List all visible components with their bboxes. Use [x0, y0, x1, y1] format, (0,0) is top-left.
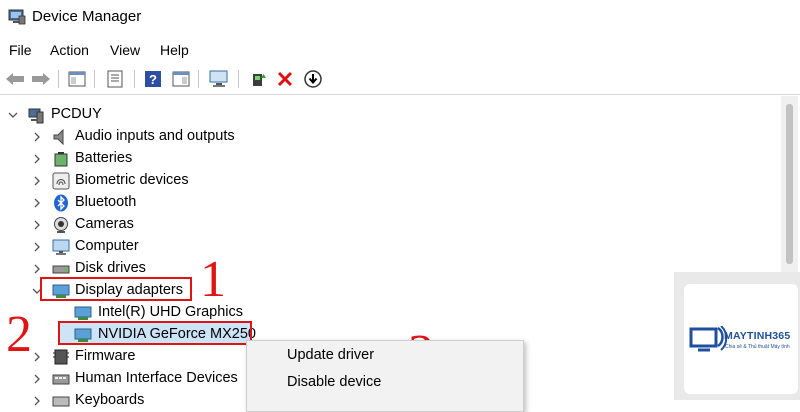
fingerprint-icon: [52, 172, 70, 190]
toolbar-separator: [238, 70, 239, 88]
chevron-right-icon[interactable]: [32, 198, 42, 208]
tree-item-cameras[interactable]: Cameras: [0, 214, 400, 236]
window-title: Device Manager: [32, 8, 142, 25]
keyboard-icon: [52, 396, 70, 407]
tree-item-batteries[interactable]: Batteries: [0, 148, 400, 170]
update-driver-icon: [253, 74, 266, 86]
tree-item-label: Bluetooth: [75, 194, 137, 210]
tree-item-biometric[interactable]: Biometric devices: [0, 170, 400, 192]
tree-item-label: Biometric devices: [75, 172, 189, 188]
title-bar: Device Manager: [0, 0, 800, 36]
help-icon: ?: [145, 71, 161, 87]
context-menu-disable-device[interactable]: Disable device: [287, 374, 381, 390]
chevron-right-icon[interactable]: [32, 396, 42, 406]
battery-icon: [54, 152, 68, 167]
scan-hardware-button[interactable]: [208, 68, 230, 90]
menu-action[interactable]: Action: [50, 42, 89, 58]
toolbar-separator: [94, 70, 95, 88]
menu-view[interactable]: View: [110, 42, 140, 58]
chevron-right-icon[interactable]: [32, 374, 42, 384]
menu-file[interactable]: File: [9, 42, 32, 58]
tree-item-label: Cameras: [75, 216, 134, 232]
firmware-icon: [53, 349, 69, 365]
chevron-right-icon[interactable]: [32, 176, 42, 186]
chevron-right-icon[interactable]: [32, 352, 42, 362]
back-arrow-icon: [6, 73, 24, 85]
svg-text:?: ?: [149, 72, 157, 87]
brand-name: MAYTINH365: [724, 330, 791, 342]
bluetooth-icon: [54, 194, 68, 212]
uninstall-device-button[interactable]: [274, 68, 296, 90]
brand-monitor-icon: [689, 326, 728, 352]
red-x-icon: [277, 71, 293, 87]
brand-tagline: Chia sẻ & Thủ thuật Máy tính: [725, 344, 790, 350]
tree-root-label: PCDUY: [51, 106, 102, 122]
context-menu-update-driver[interactable]: Update driver: [287, 347, 374, 363]
tree-item-label: Disk drives: [75, 260, 146, 276]
toolbar-separator: [58, 70, 59, 88]
disk-icon: [52, 265, 70, 274]
back-button[interactable]: [4, 68, 26, 90]
scan-monitor-icon: [209, 70, 228, 87]
properties-icon: [107, 70, 123, 88]
display-adapter-icon: [74, 306, 92, 320]
tree-item-bluetooth[interactable]: Bluetooth: [0, 192, 400, 214]
forward-arrow-icon: [32, 73, 50, 85]
chevron-right-icon[interactable]: [32, 154, 42, 164]
tree-item-audio[interactable]: Audio inputs and outputs: [0, 126, 400, 148]
vertical-scrollbar[interactable]: [781, 96, 798, 276]
tree-item-label: Batteries: [75, 150, 133, 166]
properties-button[interactable]: [104, 68, 126, 90]
context-menu: Update driver Disable device: [246, 340, 524, 412]
chevron-right-icon[interactable]: [32, 132, 42, 142]
tree-item-label: Computer: [75, 238, 139, 254]
annotation-box-display-adapters: [40, 277, 192, 301]
scrollbar-thumb[interactable]: [786, 104, 793, 264]
speaker-icon: [53, 128, 64, 146]
help-button[interactable]: ?: [142, 68, 164, 90]
monitor-icon: [52, 239, 70, 255]
annotation-box-nvidia: [58, 321, 252, 345]
chevron-down-icon[interactable]: [8, 110, 18, 120]
tree-item-label: Audio inputs and outputs: [75, 128, 235, 144]
menu-help[interactable]: Help: [160, 42, 189, 58]
tree-item-label: Human Interface Devices: [75, 370, 238, 386]
console-tree-icon: [68, 71, 86, 87]
tree-root[interactable]: PCDUY: [0, 104, 400, 126]
chevron-right-icon[interactable]: [32, 220, 42, 230]
toolbar: ?: [0, 64, 800, 95]
watermark-logo: MAYTINH365 Chia sẻ & Thủ thuật Máy tính: [674, 272, 800, 400]
tree-item-label: Keyboards: [75, 392, 145, 408]
device-manager-app-icon: [8, 9, 26, 25]
toolbar-separator: [134, 70, 135, 88]
forward-button[interactable]: [30, 68, 52, 90]
chevron-right-icon[interactable]: [32, 242, 42, 252]
hid-icon: [52, 374, 70, 385]
annotation-number-2: 2: [6, 306, 32, 363]
disable-device-button[interactable]: [302, 68, 324, 90]
camera-icon: [54, 217, 68, 233]
update-driver-toolbar-button[interactable]: [248, 68, 270, 90]
logo-panel: MAYTINH365 Chia sẻ & Thủ thuật Máy tính: [684, 284, 798, 394]
chevron-right-icon[interactable]: [32, 264, 42, 274]
annotation-number-1: 1: [200, 251, 226, 308]
computer-tower-icon: [28, 108, 44, 124]
show-hide-console-tree-button[interactable]: [66, 68, 88, 90]
menu-bar: File Action View Help: [0, 38, 800, 62]
action-pane-button[interactable]: [170, 68, 192, 90]
down-arrow-circle-icon: [304, 70, 322, 88]
tree-item-label: Firmware: [75, 348, 136, 364]
action-pane-icon: [172, 71, 190, 87]
toolbar-separator: [198, 70, 199, 88]
